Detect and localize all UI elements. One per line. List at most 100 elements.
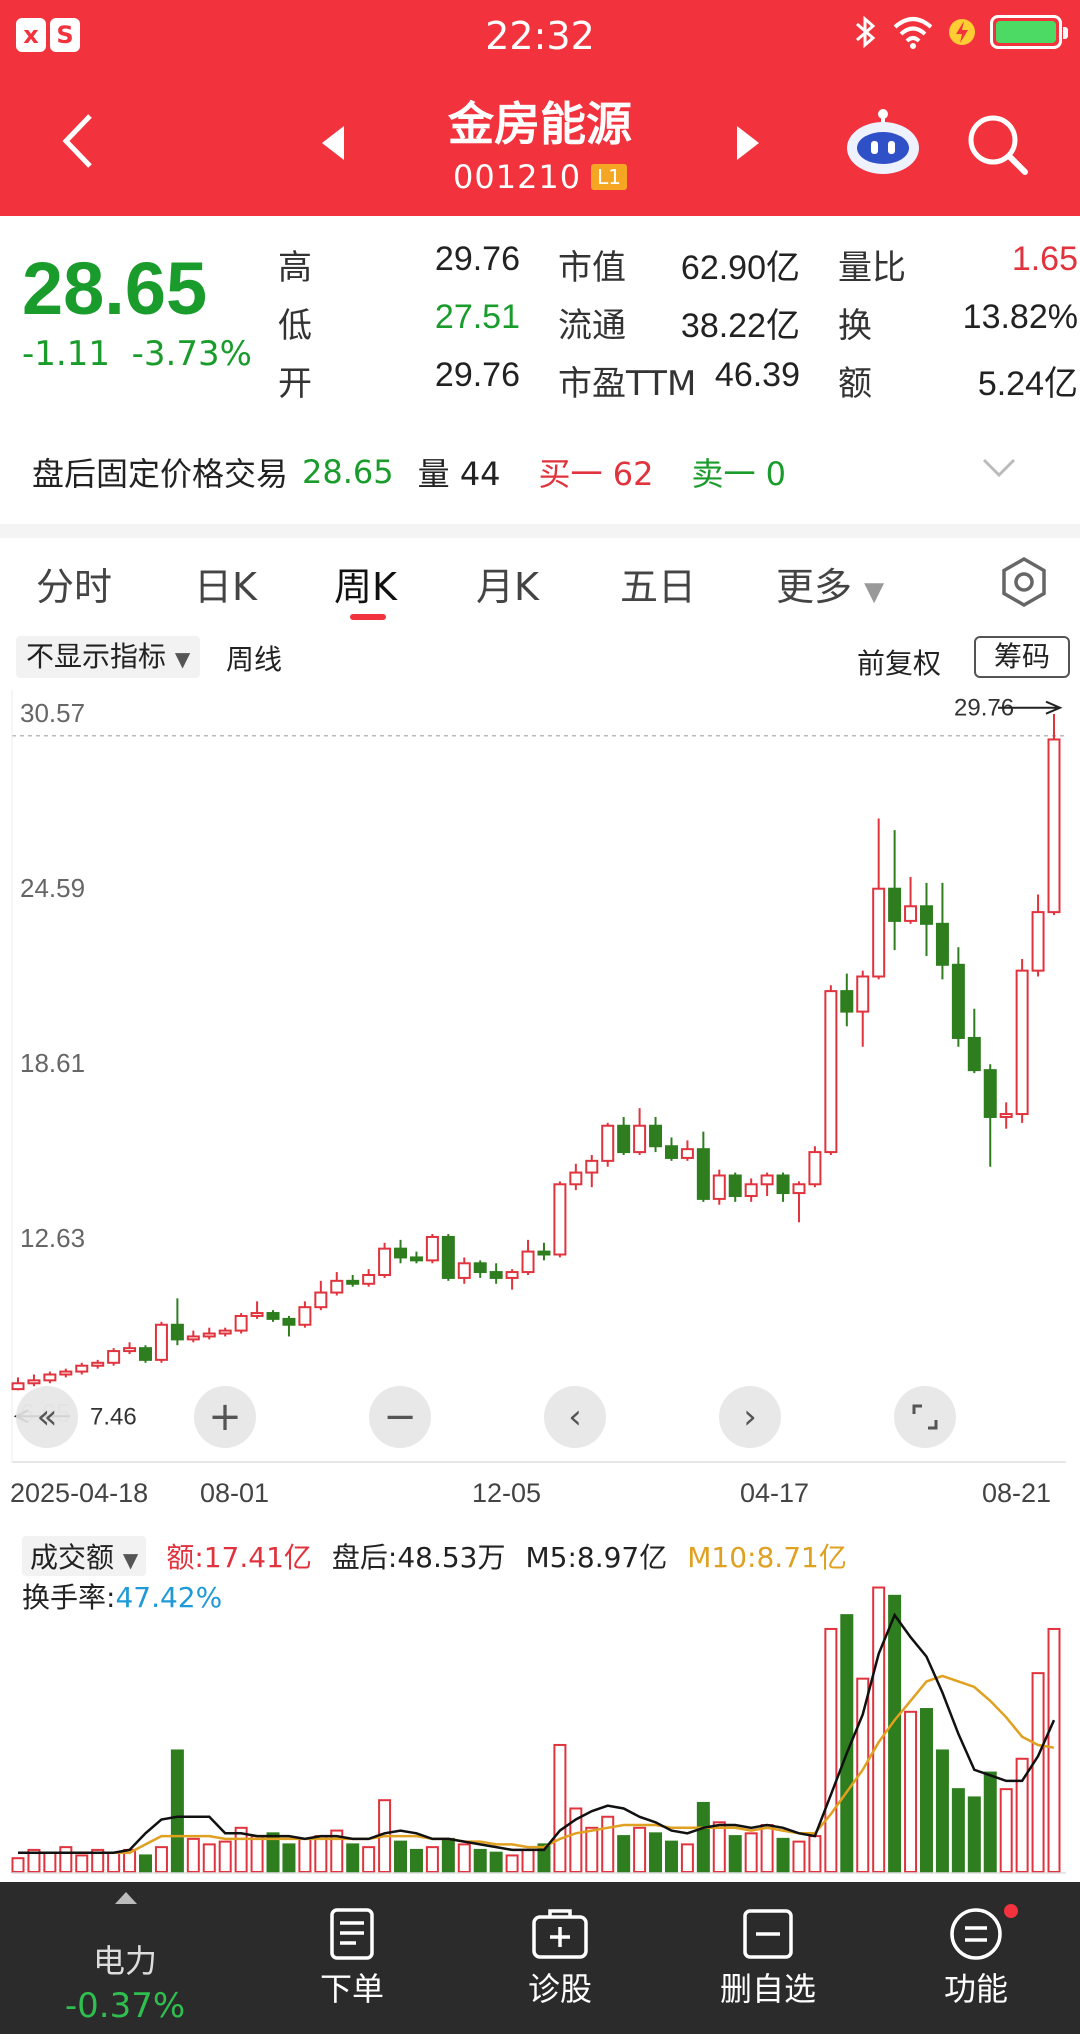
candle: [904, 877, 918, 924]
zoom-out-button[interactable]: −: [369, 1386, 431, 1448]
buy-one: 买一 62: [539, 449, 654, 495]
candle: [999, 1102, 1013, 1129]
volume-bar: [633, 1826, 647, 1873]
volume-bar: [170, 1749, 184, 1874]
candle: [457, 1257, 471, 1284]
candle: [11, 1377, 25, 1391]
candle: [744, 1178, 758, 1202]
candle: [840, 973, 854, 1027]
candle: [91, 1359, 105, 1369]
charging-icon: [949, 19, 975, 45]
candle: [298, 1301, 312, 1328]
tab-five-day[interactable]: 五日: [620, 556, 696, 611]
tab-intraday[interactable]: 分时: [36, 556, 112, 611]
candle: [282, 1315, 296, 1337]
x-axis-label: 08-01: [200, 1478, 270, 1508]
candle: [633, 1108, 647, 1156]
indicator-dropdown[interactable]: 不显示指标 ▼: [16, 636, 201, 678]
candle: [553, 1181, 567, 1258]
search-icon[interactable]: [965, 112, 1031, 178]
candle: [139, 1345, 153, 1363]
candle: [43, 1371, 57, 1384]
candle: [824, 985, 838, 1156]
period-label: 周线: [226, 643, 283, 676]
candle: [489, 1263, 503, 1284]
volume-bar: [728, 1835, 742, 1874]
dropdown-triangle-icon: ▼: [864, 577, 885, 607]
zoom-in-button[interactable]: +: [194, 1386, 256, 1448]
candle: [75, 1362, 89, 1375]
volume-bar: [425, 1846, 439, 1873]
candle: [649, 1116, 663, 1153]
tab-more[interactable]: 更多 ▼: [776, 556, 884, 611]
sell-one: 卖一 0: [691, 449, 786, 495]
remove-box-icon: [743, 1909, 793, 1959]
chips-distribution-button[interactable]: 筹码: [974, 636, 1070, 678]
status-indicators: [854, 14, 1068, 50]
price-change-amount: -1.11: [22, 334, 110, 374]
functions-label: 功能: [943, 1970, 1008, 2008]
tab-weekly-k[interactable]: 周K: [334, 556, 397, 611]
scroll-right-button[interactable]: ›: [719, 1386, 781, 1448]
minus-icon: −: [383, 1394, 417, 1440]
candle: [250, 1301, 264, 1319]
candle: [1047, 714, 1061, 916]
candle: [696, 1131, 710, 1202]
diagnose-stock-button[interactable]: 诊股: [480, 1904, 640, 2010]
settings-hexagon-icon[interactable]: [998, 556, 1050, 608]
volume-bar: [935, 1749, 949, 1874]
tab-monthly-k[interactable]: 月K: [476, 556, 539, 611]
volume-bar: [75, 1854, 89, 1873]
order-button[interactable]: 下单: [272, 1904, 432, 2010]
tab-daily-k[interactable]: 日K: [194, 556, 257, 611]
candle: [123, 1342, 137, 1355]
candlestick-chart[interactable]: 29.767.46: [0, 690, 1080, 1470]
remove-watchlist-button[interactable]: 删自选: [688, 1904, 848, 2010]
volume-bar: [696, 1801, 710, 1874]
next-stock-icon[interactable]: [735, 124, 761, 162]
sector-name[interactable]: 电力: [50, 1936, 200, 1982]
header-bar: x S 22:32 金房能源 001210 L1: [0, 0, 1080, 216]
current-price: 28.65: [22, 247, 208, 330]
candle: [362, 1269, 376, 1287]
volume-bar: [154, 1846, 168, 1873]
volume-bar: [107, 1851, 121, 1873]
volume-bar: [919, 1708, 933, 1873]
candle: [186, 1330, 200, 1343]
stat-value: 38.22亿: [680, 307, 800, 345]
candle: [712, 1169, 726, 1205]
chevron-right-icon: ›: [743, 1397, 757, 1437]
after-hours-trading-row[interactable]: 盘后固定价格交易 28.65 量 44 买一 62 卖一 0: [0, 436, 1080, 508]
x-axis-label: 12-05: [472, 1478, 542, 1508]
level-badge: L1: [591, 164, 628, 190]
price-adjust-button[interactable]: 前复权: [857, 642, 941, 682]
fullscreen-button[interactable]: [894, 1386, 956, 1448]
stat-label: 开: [278, 364, 312, 404]
stat-value: 29.76: [434, 356, 520, 394]
active-tab-indicator: [350, 614, 386, 620]
volume-bar: [43, 1851, 57, 1873]
volume-bar: [585, 1826, 599, 1873]
y-axis-label: 18.61: [20, 1048, 86, 1078]
x-axis-label: 08-21: [982, 1478, 1052, 1508]
tab-more-label: 更多: [776, 565, 853, 609]
order-label: 下单: [319, 1970, 384, 2008]
candle: [521, 1239, 535, 1275]
stat-value: 1.65: [1011, 240, 1078, 278]
chart-period-tabs: 分时 日K 周K 月K 五日 更多 ▼: [0, 548, 1080, 622]
volume-bar: [664, 1840, 678, 1874]
volume-bar: [808, 1835, 822, 1874]
scroll-to-start-button[interactable]: «: [16, 1386, 78, 1448]
candle: [154, 1321, 168, 1363]
volume-chart[interactable]: [0, 1530, 1080, 1880]
robot-assistant-icon[interactable]: [845, 108, 921, 178]
scroll-left-button[interactable]: ‹: [544, 1386, 606, 1448]
functions-button[interactable]: 功能: [896, 1904, 1056, 2010]
volume-bar: [11, 1857, 25, 1874]
candle: [537, 1242, 551, 1261]
volume-value: 44: [459, 455, 501, 493]
volume-bar: [888, 1594, 902, 1874]
expand-chevron-icon[interactable]: [982, 458, 1016, 478]
candle: [808, 1146, 822, 1188]
candle: [505, 1269, 519, 1290]
